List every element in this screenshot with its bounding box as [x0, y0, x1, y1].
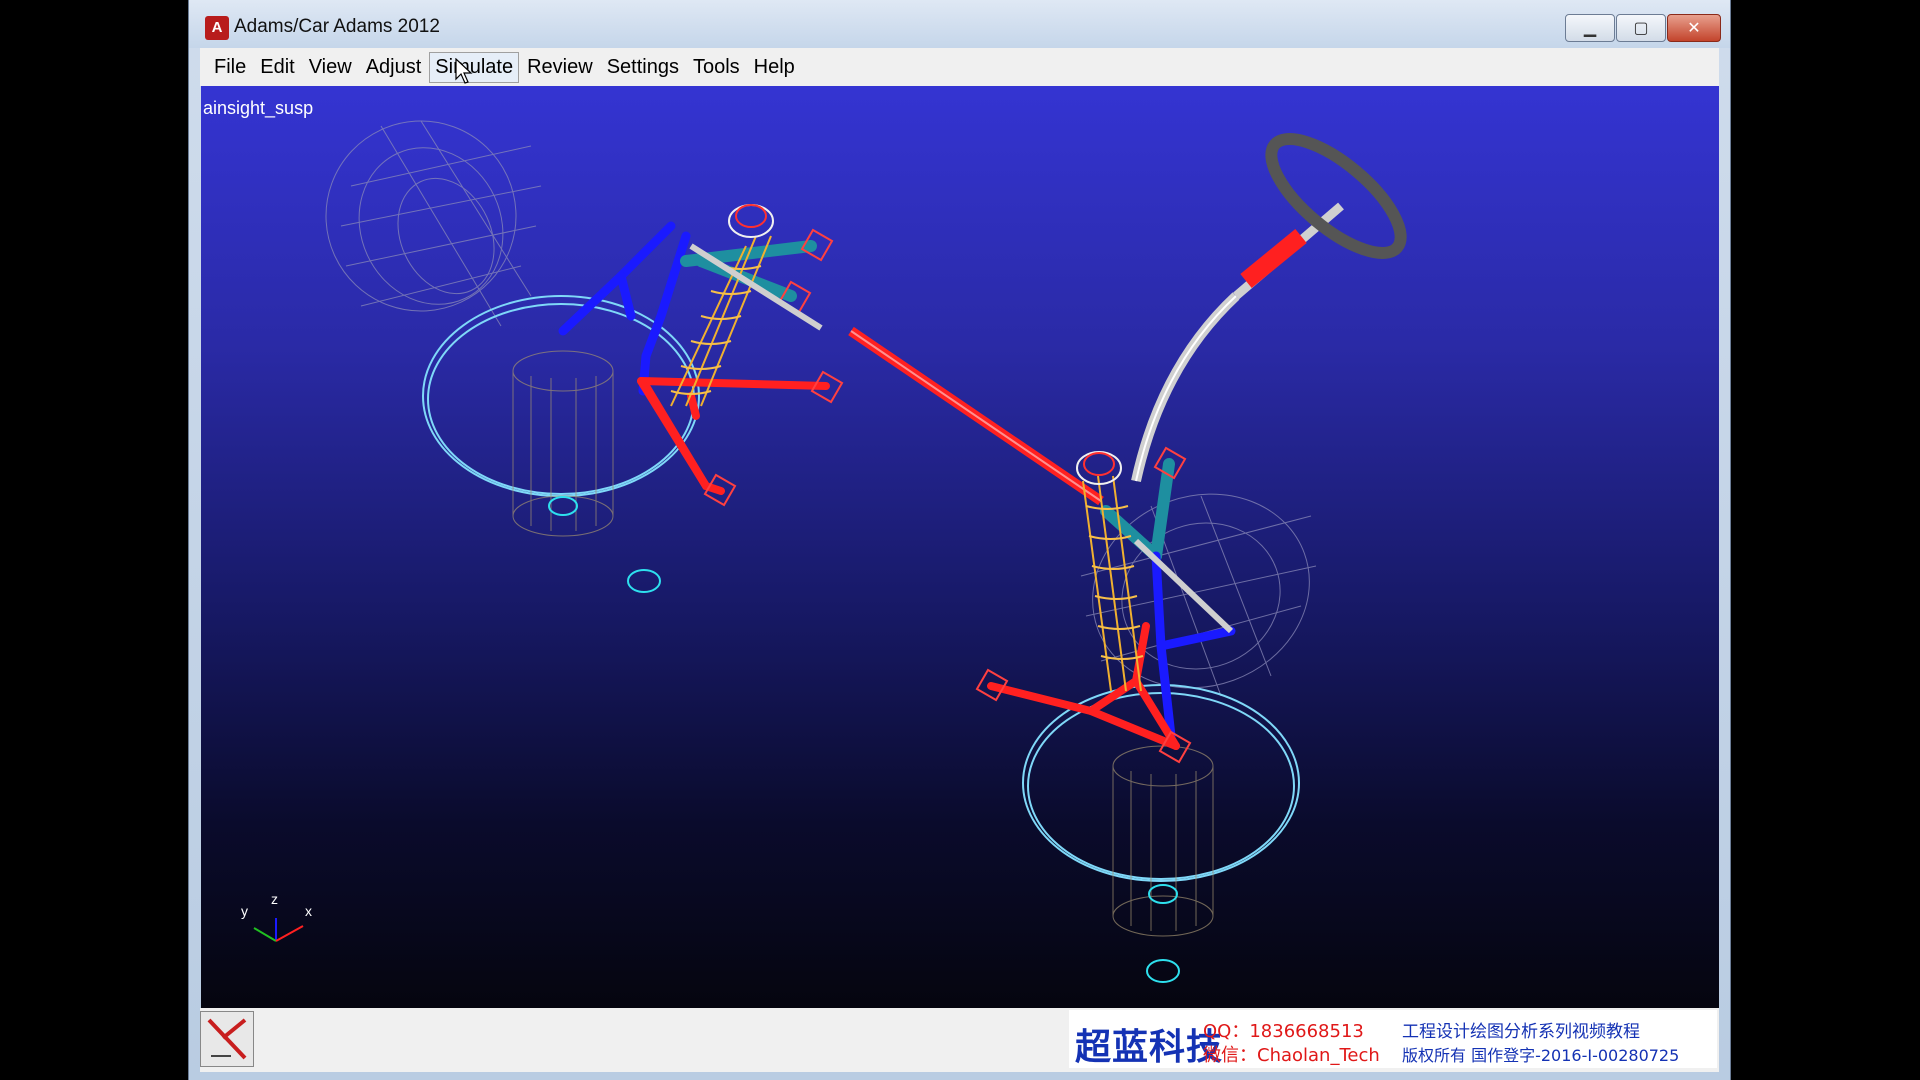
watermark-banner: 超蓝科技 QQ：1836668513 微信：Chaolan_Tech 工程设计绘… — [1069, 1010, 1717, 1068]
menu-file[interactable]: File — [208, 52, 252, 83]
triad-z-label: z — [271, 891, 278, 907]
triad-x-label: x — [305, 903, 312, 919]
watermark-qq: QQ：1836668513 — [1203, 1021, 1364, 1042]
close-icon: ✕ — [1687, 20, 1701, 37]
axis-triad: z y x — [241, 891, 312, 942]
watermark-wechat: 微信：Chaolan_Tech — [1203, 1045, 1380, 1066]
left-marker-top — [548, 496, 578, 516]
maximize-button[interactable]: ▢ — [1616, 14, 1666, 42]
adams-logo-icon — [207, 1018, 247, 1060]
status-bar: 超蓝科技 QQ：1836668513 微信：Chaolan_Tech 工程设计绘… — [200, 1008, 1719, 1072]
title-bar[interactable]: A Adams/Car Adams 2012 ▁ ▢ ✕ — [189, 0, 1730, 48]
right-blue-knuckle — [1151, 551, 1236, 741]
triad-x-axis — [275, 925, 304, 942]
adams-status-button[interactable] — [200, 1011, 254, 1067]
minimize-icon: ▁ — [1583, 20, 1597, 37]
right-tire-wireframe — [1080, 493, 1317, 697]
maximize-icon: ▢ — [1633, 20, 1649, 37]
mouse-cursor-icon — [455, 58, 473, 84]
left-hub-cylinder — [512, 350, 614, 537]
steering-column — [1131, 202, 1344, 483]
menu-settings[interactable]: Settings — [601, 52, 685, 83]
adams-app-icon[interactable]: A — [205, 16, 229, 40]
watermark-series: 工程设计绘图分析系列视频教程 — [1402, 1022, 1640, 1042]
menu-review[interactable]: Review — [521, 52, 599, 83]
menu-bar: File Edit View Adjust Simulate Review Se… — [200, 48, 1719, 86]
steering-rack — [848, 326, 1104, 506]
3d-viewport[interactable]: ainsight_susp z y x — [201, 86, 1719, 1008]
triad-y-axis — [253, 927, 277, 942]
menu-tools[interactable]: Tools — [687, 52, 746, 83]
right-marker-top — [1148, 884, 1178, 904]
close-button[interactable]: ✕ — [1667, 14, 1721, 42]
left-tire-wireframe — [325, 120, 542, 327]
watermark-brand: 超蓝科技 — [1075, 1027, 1224, 1068]
window-title: Adams/Car Adams 2012 — [234, 16, 440, 37]
main-window: A Adams/Car Adams 2012 ▁ ▢ ✕ File Edit V… — [189, 0, 1730, 1080]
minimize-button[interactable]: ▁ — [1565, 14, 1615, 42]
triad-y-label: y — [241, 903, 248, 919]
right-marker-bottom — [1146, 959, 1180, 983]
menu-view[interactable]: View — [303, 52, 358, 83]
left-blue-knuckle — [558, 221, 691, 396]
menu-edit[interactable]: Edit — [254, 52, 300, 83]
left-marker-bottom — [627, 569, 661, 593]
menu-adjust[interactable]: Adjust — [360, 52, 428, 83]
menu-help[interactable]: Help — [748, 52, 801, 83]
watermark-copyright: 版权所有 国作登字-2016-I-00280725 — [1402, 1046, 1680, 1065]
suspension-model[interactable] — [201, 86, 1719, 1008]
right-hub-cylinder — [1112, 745, 1214, 937]
right-tie-rod — [1133, 538, 1234, 634]
left-red-lower-arm — [637, 377, 830, 495]
